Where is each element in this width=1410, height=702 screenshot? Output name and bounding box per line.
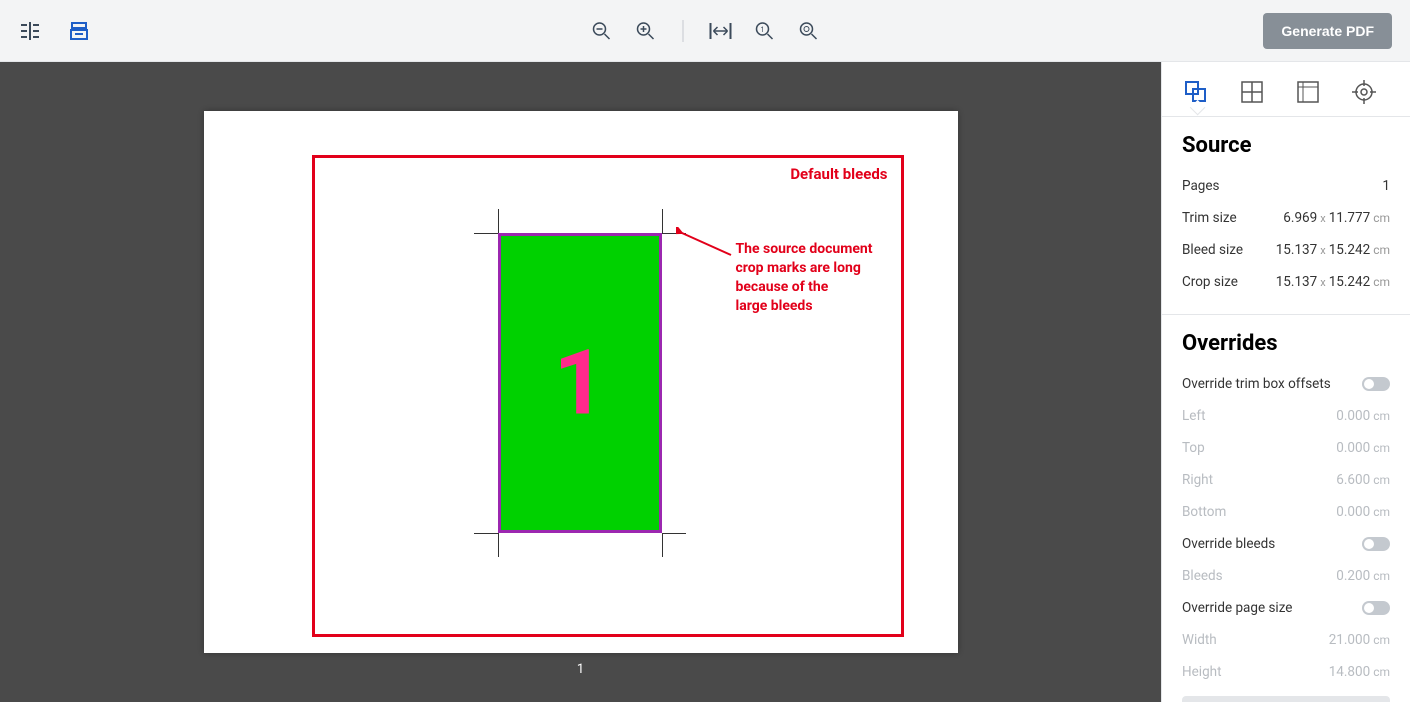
crop-mark	[498, 533, 499, 557]
trim-size-label: Trim size	[1182, 210, 1237, 226]
canvas-area[interactable]: Default bleeds 1	[0, 62, 1161, 702]
right-label: Right	[1182, 472, 1213, 488]
right-value: 6.600cm	[1336, 472, 1390, 488]
height-value: 14.800cm	[1329, 664, 1390, 680]
left-label: Left	[1182, 408, 1206, 424]
zoom-in-icon[interactable]	[633, 18, 659, 44]
bleeds-value: 0.200cm	[1336, 568, 1390, 584]
fit-width-icon[interactable]	[708, 18, 734, 44]
bleed-size-label: Bleed size	[1182, 242, 1243, 258]
annotation-text: The source document crop marks are long …	[736, 240, 873, 316]
save-icon[interactable]	[66, 18, 92, 44]
tab-source[interactable]	[1182, 78, 1210, 106]
overrides-panel: Overrides Override trim box offsets Left…	[1162, 315, 1410, 702]
source-panel: Source Pages 1 Trim size 6.969x11.777cm …	[1162, 117, 1410, 315]
override-page-size-toggle[interactable]	[1362, 601, 1390, 615]
trim-size-value: 6.969x11.777cm	[1283, 210, 1390, 226]
trim-rectangle: 1	[498, 233, 662, 533]
left-value: 0.000cm	[1336, 408, 1390, 424]
bleed-label-text: Default bleeds	[790, 165, 887, 183]
annotation-arrow	[676, 227, 736, 267]
source-heading: Source	[1182, 133, 1390, 158]
bottom-value: 0.000cm	[1336, 504, 1390, 520]
separator	[683, 20, 684, 42]
crop-mark	[474, 533, 498, 534]
tab-margins[interactable]	[1294, 78, 1322, 106]
width-value: 21.000cm	[1329, 632, 1390, 648]
override-bleeds-toggle[interactable]	[1362, 537, 1390, 551]
tab-grid[interactable]	[1238, 78, 1266, 106]
crop-size-label: Crop size	[1182, 274, 1238, 290]
page-content-number: 1	[554, 331, 606, 436]
sidebar-tabs	[1162, 62, 1410, 117]
reset-page-size-button[interactable]: Reset page size	[1182, 696, 1390, 702]
override-trim-label: Override trim box offsets	[1182, 376, 1331, 392]
top-value: 0.000cm	[1336, 440, 1390, 456]
tab-registration[interactable]	[1350, 78, 1378, 106]
crop-size-value: 15.137x15.242cm	[1276, 274, 1390, 290]
width-label: Width	[1182, 632, 1217, 648]
pages-label: Pages	[1182, 178, 1220, 194]
crop-mark	[662, 533, 663, 557]
zoom-actual-icon[interactable]: 1	[752, 18, 778, 44]
crop-mark	[498, 209, 499, 233]
zoom-out-icon[interactable]	[589, 18, 615, 44]
override-bleeds-label: Override bleeds	[1182, 536, 1275, 552]
crop-mark	[662, 533, 686, 534]
page-index-label: 1	[577, 662, 584, 677]
top-label: Top	[1182, 440, 1205, 456]
pages-value: 1	[1382, 178, 1390, 194]
document-page: Default bleeds 1	[204, 111, 958, 653]
crop-mark	[474, 233, 498, 234]
override-trim-toggle[interactable]	[1362, 377, 1390, 391]
top-toolbar: 1 Generate PDF	[0, 0, 1410, 62]
right-sidebar: Source Pages 1 Trim size 6.969x11.777cm …	[1161, 62, 1410, 702]
zoom-fit-icon[interactable]	[796, 18, 822, 44]
generate-pdf-button[interactable]: Generate PDF	[1263, 13, 1392, 49]
bleeds-field-label: Bleeds	[1182, 568, 1223, 584]
svg-text:1: 1	[761, 26, 765, 34]
overrides-heading: Overrides	[1182, 331, 1390, 356]
crop-mark	[662, 209, 663, 233]
bleed-size-value: 15.137x15.242cm	[1276, 242, 1390, 258]
height-label: Height	[1182, 664, 1222, 680]
columns-icon[interactable]	[18, 18, 44, 44]
bottom-label: Bottom	[1182, 504, 1226, 520]
override-page-size-label: Override page size	[1182, 600, 1292, 616]
